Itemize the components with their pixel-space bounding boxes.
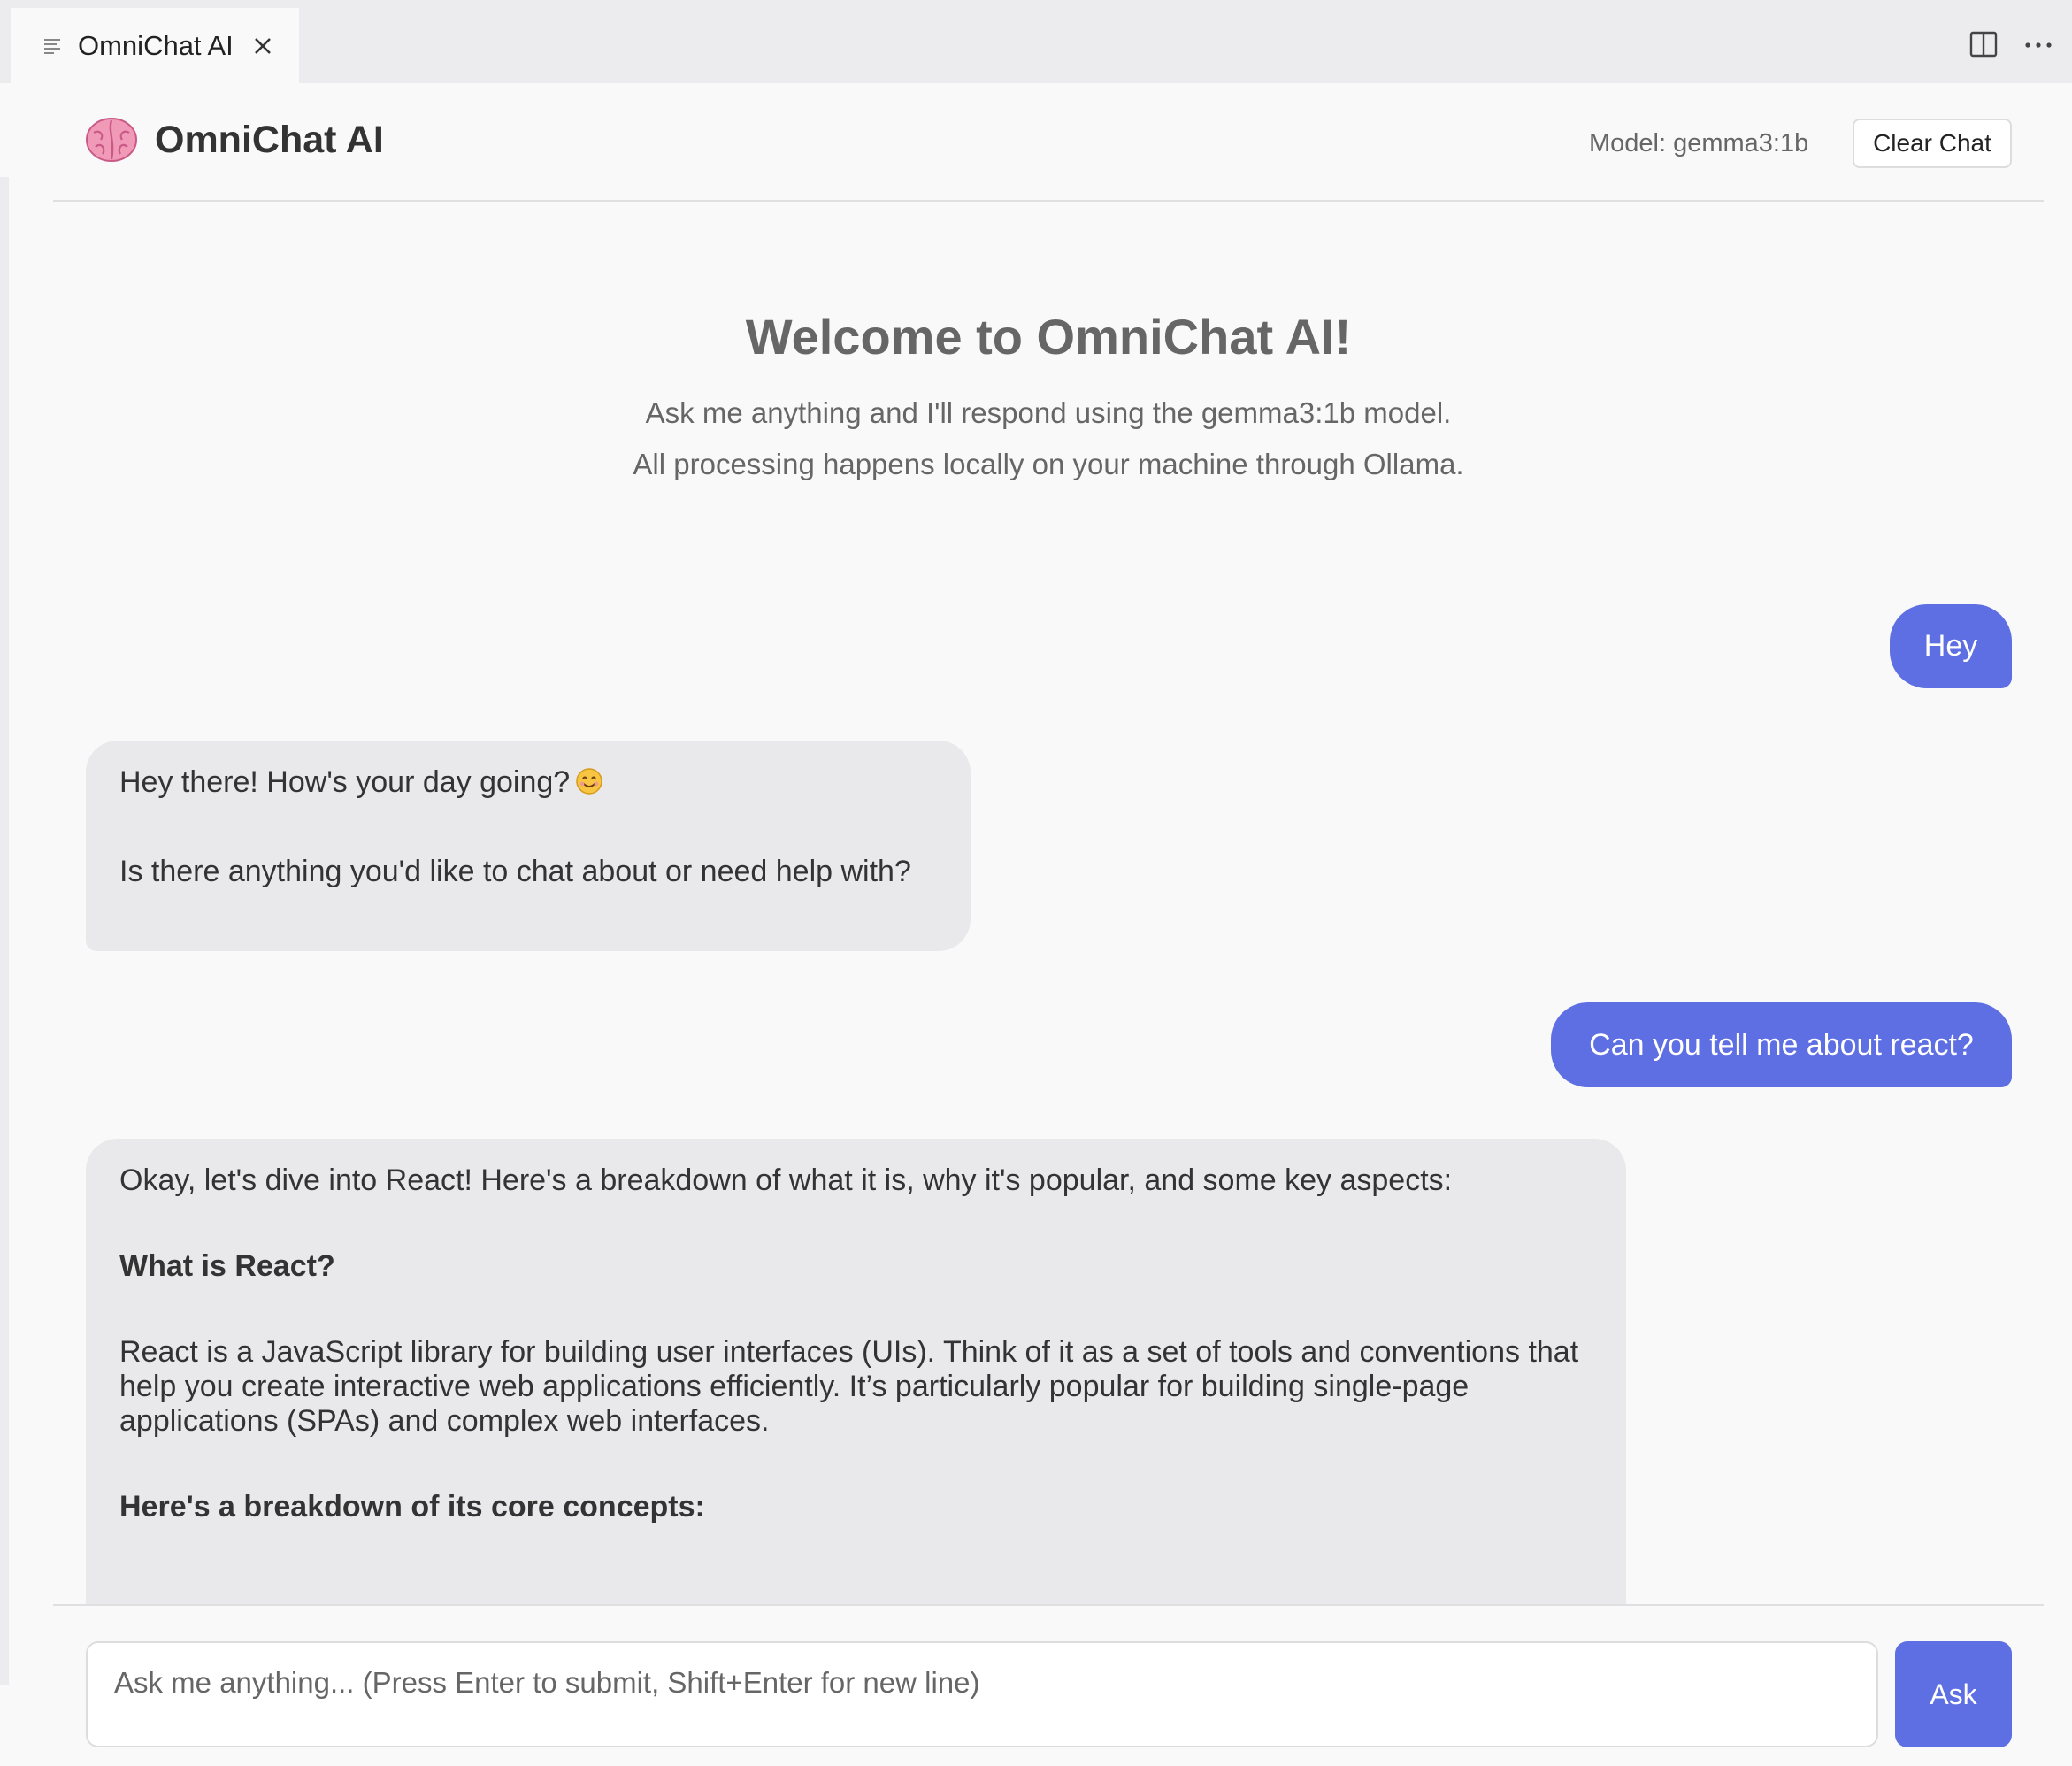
input-area: Ask [53,1604,2044,1766]
split-editor-icon[interactable] [1969,30,1998,58]
panel-edge [0,177,9,1685]
smiling-face-emoji [576,768,602,795]
user-message: Hey [1890,604,2012,688]
model-label: Model: gemma3:1b [1589,129,1809,157]
app-title: OmniChat AI [155,119,384,161]
message-paragraph: Hey there! How's your day going? [119,765,937,800]
message-paragraph: React is a JavaScript library for buildi… [119,1335,1579,1438]
chat-messages: Welcome to OmniChat AI! Ask me anything … [53,203,2044,1604]
assistant-message: Hey there! How's your day going? Is ther… [86,741,971,951]
welcome-line-2: All processing happens locally on your m… [633,448,1464,480]
assistant-message: Okay, let's dive into React! Here's a br… [86,1139,1626,1604]
more-actions-icon[interactable] [2022,30,2054,58]
editor-tab-bar: OmniChat AI [0,0,2072,83]
preview-lines-icon [44,38,60,54]
message-paragraph: Is there anything you'd like to chat abo… [119,855,911,888]
ask-button[interactable]: Ask [1895,1641,2012,1747]
brain-icon [86,118,137,162]
message-heading: What is React? [119,1249,335,1283]
user-message: Can you tell me about react? [1551,1002,2012,1087]
message-paragraph: Okay, let's dive into React! Here's a br… [119,1163,1453,1197]
prompt-input[interactable] [86,1641,1878,1747]
message-heading: Here's a breakdown of its core concepts: [119,1490,705,1524]
clear-chat-button[interactable]: Clear Chat [1853,119,2012,168]
welcome-line-1: Ask me anything and I'll respond using t… [645,396,1452,429]
welcome-title: Welcome to OmniChat AI! [745,309,1352,365]
close-icon[interactable] [249,33,276,59]
app-header: OmniChat AI Model: gemma3:1b Clear Chat [53,83,2044,202]
tab-omnichat[interactable]: OmniChat AI [11,8,299,83]
tab-label: OmniChat AI [78,29,234,61]
